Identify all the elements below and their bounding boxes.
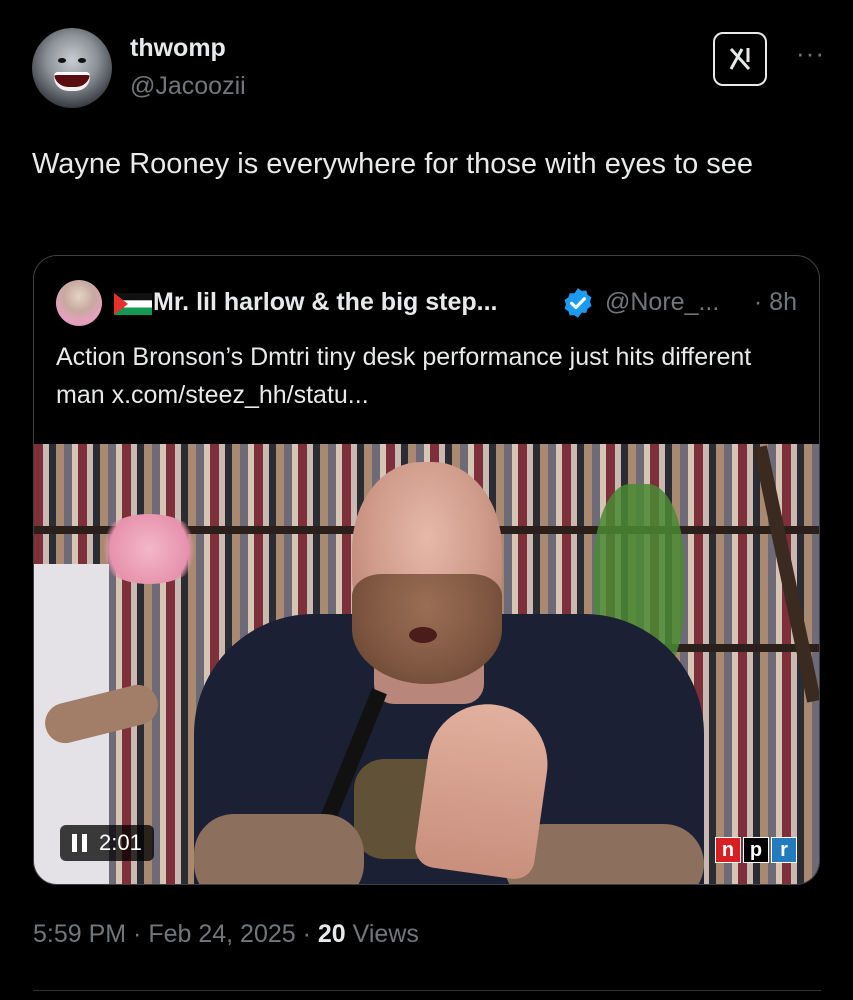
avatar-eye [58, 58, 66, 63]
video-timestamp[interactable]: 2:01 [60, 825, 154, 861]
divider [33, 990, 821, 991]
author-display-name[interactable]: thwomp [130, 34, 226, 63]
video-flowers [94, 514, 204, 584]
quote-author-avatar[interactable] [56, 280, 102, 326]
verified-badge-icon [564, 288, 592, 318]
views-count: 20 [317, 920, 346, 948]
meta-separator: · [295, 920, 318, 948]
npr-logo: n p r [715, 837, 797, 863]
video-performer-arm [194, 814, 364, 884]
quote-header: Mr. lil harlow & the big step... @Nore_.… [56, 280, 799, 326]
author-handle[interactable]: @Jacoozii [130, 72, 246, 101]
npr-logo-letter: r [771, 837, 797, 863]
more-options-button[interactable]: ··· [796, 38, 825, 69]
avatar-mouth [54, 72, 90, 91]
quote-author-name[interactable]: Mr. lil harlow & the big step... [153, 288, 497, 317]
post-time[interactable]: 5:59 PM [33, 920, 126, 948]
quote-text: Action Bronson’s Dmtri tiny desk perform… [56, 343, 752, 409]
views-label: Views [345, 920, 419, 948]
tweet-header: thwomp @Jacoozii ··· [32, 28, 825, 108]
npr-logo-letter: n [715, 837, 741, 863]
tweet-text: Wayne Rooney is everywhere for those wit… [32, 148, 754, 180]
grok-icon [729, 47, 751, 71]
quote-time[interactable]: · 8h [754, 288, 797, 317]
quoted-tweet[interactable]: Mr. lil harlow & the big step... @Nore_.… [33, 255, 820, 885]
video-player[interactable]: 2:01 n p r [34, 444, 819, 884]
video-duration: 2:01 [99, 830, 142, 855]
pause-icon[interactable] [72, 834, 87, 852]
quote-author-handle[interactable]: @Nore_... [605, 288, 719, 317]
tweet-meta: 5:59 PM · Feb 24, 2025 · 20 Views [33, 920, 419, 949]
post-date[interactable]: Feb 24, 2025 [148, 920, 295, 948]
author-avatar[interactable] [32, 28, 112, 108]
npr-logo-letter: p [743, 837, 769, 863]
video-performer-mouth [409, 627, 437, 643]
grok-button[interactable] [713, 32, 767, 86]
meta-separator: · [126, 920, 149, 948]
avatar-eye [78, 58, 86, 63]
palestine-flag-icon [114, 293, 152, 315]
